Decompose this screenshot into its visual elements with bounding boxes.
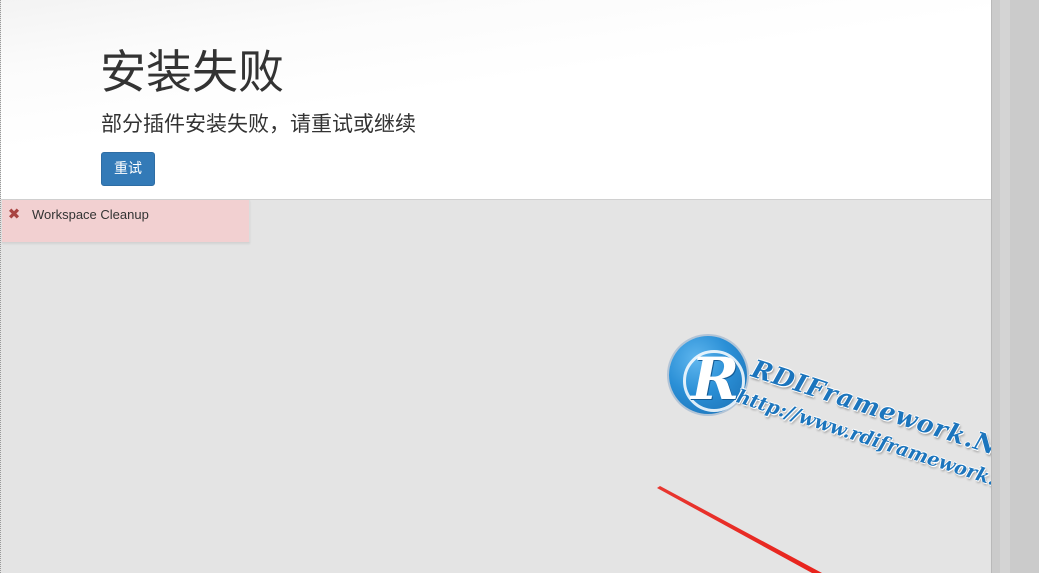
page-title: 安装失败 (100, 45, 284, 99)
setup-wizard-screen: 安装失败 部分插件安装失败，请重试或继续 重试 ✖ Workspace Clea… (0, 0, 1039, 573)
retry-button[interactable]: 重试 (101, 152, 155, 186)
install-dialog: 安装失败 部分插件安装失败，请重试或继续 重试 ✖ Workspace Clea… (0, 0, 1039, 573)
page-subtitle: 部分插件安装失败，请重试或继续 (101, 112, 416, 136)
background-window-edge (991, 0, 1039, 573)
watermark: R RDIFramework.NET http://www.rdiframewo… (663, 330, 1039, 530)
cross-icon: ✖ (7, 205, 21, 223)
plugin-item-workspace-cleanup: ✖ Workspace Cleanup (2, 200, 250, 243)
background-stripe (1000, 0, 1010, 573)
install-result-header: 安装失败 部分插件安装失败，请重试或继续 重试 (1, 0, 991, 200)
plugin-name: Workspace Cleanup (32, 207, 149, 222)
